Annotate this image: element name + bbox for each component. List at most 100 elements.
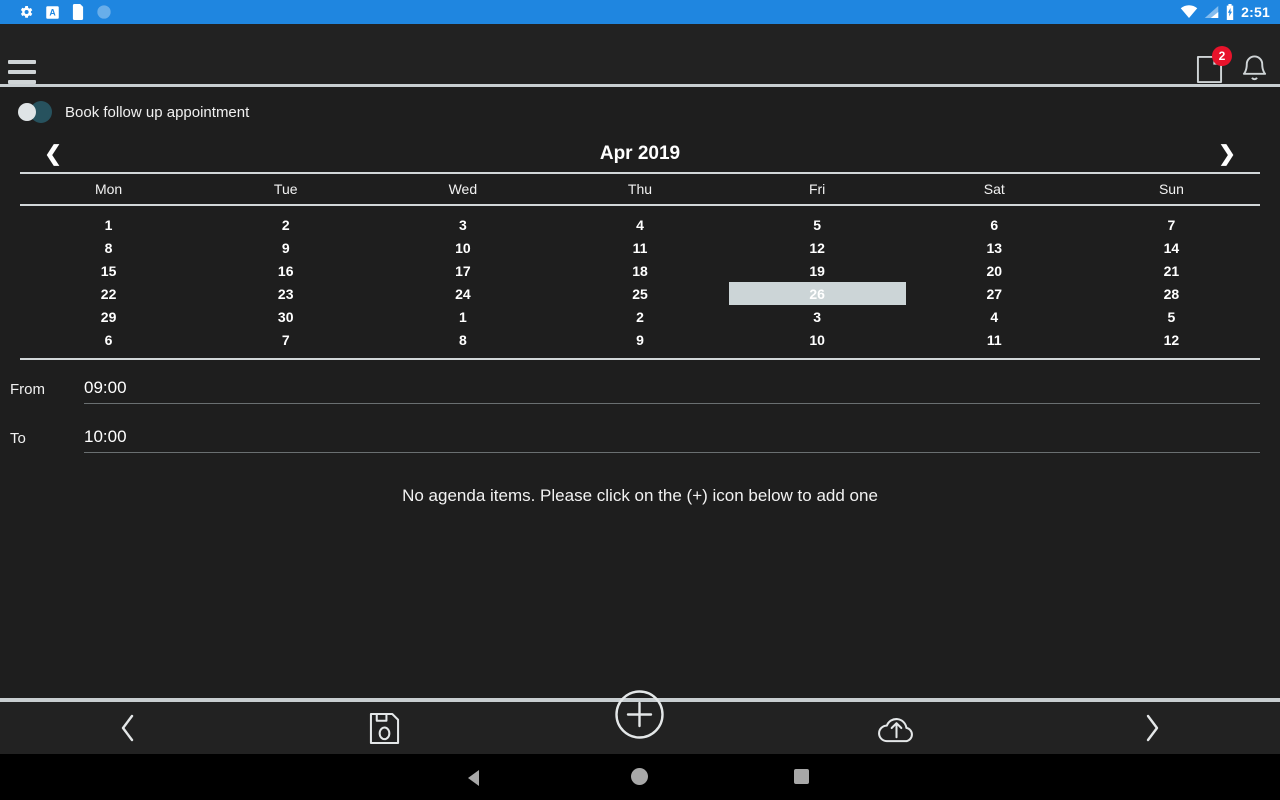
chevron-left-icon — [121, 714, 134, 742]
calendar-day-cell[interactable]: 1 — [20, 213, 197, 236]
calendar-day-cell[interactable]: 8 — [374, 328, 551, 351]
calendar-day-number: 4 — [636, 216, 644, 233]
calendar-day-cell[interactable]: 17 — [374, 259, 551, 282]
upload-button[interactable] — [768, 702, 1024, 754]
calendar-day-cell[interactable]: 1 — [374, 305, 551, 328]
calendar-day-cell[interactable]: 2 — [551, 305, 728, 328]
settings-gear-icon — [20, 6, 33, 18]
calendar-day-number: 22 — [100, 285, 117, 302]
calendar-day-cell[interactable]: 5 — [1083, 305, 1260, 328]
from-time-value: 09:00 — [84, 378, 127, 397]
calendar-day-cell[interactable]: 24 — [374, 282, 551, 305]
cloud-upload-icon — [877, 717, 913, 742]
from-time-input[interactable]: 09:00 — [84, 378, 1260, 404]
weekday-label-wed: Wed — [448, 181, 478, 197]
calendar-header: ❮ Apr 2019 ❯ — [20, 136, 1260, 172]
app-screen: A 2:51 2 Book follow up appointment ❮ Ap… — [0, 0, 1280, 800]
calendar-day-cell[interactable]: 11 — [906, 328, 1083, 351]
calendar-day-number: 23 — [277, 285, 294, 302]
calendar-day-number: 10 — [455, 239, 471, 256]
add-agenda-item-button[interactable] — [613, 688, 666, 741]
calendar-day-number: 7 — [1167, 216, 1176, 233]
calendar-day-cell[interactable]: 9 — [551, 328, 728, 351]
calendar-day-number: 8 — [458, 331, 467, 348]
calendar-day-cell[interactable]: 3 — [374, 213, 551, 236]
weekday-label-thu: Thu — [627, 181, 653, 197]
chevron-right-icon — [1146, 714, 1159, 742]
android-recents-icon[interactable] — [794, 769, 809, 784]
calendar-day-cell[interactable]: 9 — [197, 236, 374, 259]
calendar-bottom-divider — [20, 358, 1260, 360]
calendar-day-cell[interactable]: 11 — [551, 236, 728, 259]
previous-button[interactable] — [0, 702, 256, 754]
next-button[interactable] — [1024, 702, 1280, 754]
calendar-day-cell[interactable]: 16 — [197, 259, 374, 282]
calendar-day-cell[interactable]: 7 — [1083, 213, 1260, 236]
calendar-day-number: 28 — [1163, 285, 1180, 302]
calendar-day-number: 24 — [455, 285, 471, 302]
calendar-day-cell[interactable]: 2 — [197, 213, 374, 236]
calendar-day-cell[interactable]: 5 — [729, 213, 906, 236]
weekday-label-fri: Fri — [808, 181, 826, 197]
calendar-next-month-button[interactable]: ❯ — [1214, 144, 1240, 165]
calendar-day-cell[interactable]: 25 — [551, 282, 728, 305]
toggle-knob — [18, 103, 36, 121]
calendar-day-cell[interactable]: 6 — [906, 213, 1083, 236]
calendar-day-cell[interactable]: 6 — [20, 328, 197, 351]
calendar-day-number: 7 — [281, 331, 290, 348]
android-status-bar: A 2:51 — [0, 0, 1280, 24]
calendar-day-cell[interactable]: 13 — [906, 236, 1083, 259]
calendar-day-cell[interactable]: 21 — [1083, 259, 1260, 282]
hamburger-menu-icon[interactable] — [8, 60, 36, 84]
calendar-day-number: 5 — [1167, 308, 1176, 325]
battery-charging-icon — [1226, 4, 1234, 20]
calendar-prev-month-button[interactable]: ❮ — [40, 144, 66, 165]
calendar-day-cell[interactable]: 20 — [906, 259, 1083, 282]
calendar-day-number: 9 — [636, 331, 644, 348]
calendar-day-cell[interactable]: 29 — [20, 305, 197, 328]
hamburger-line — [8, 60, 36, 64]
calendar-day-cell[interactable]: 8 — [20, 236, 197, 259]
bell-notification-icon — [1242, 55, 1267, 81]
calendar-day-number: 14 — [1163, 239, 1180, 256]
calendar-day-cell[interactable]: 23 — [197, 282, 374, 305]
calendar-day-cell[interactable]: 12 — [729, 236, 906, 259]
floppy-disk-save-icon — [369, 712, 399, 744]
calendar-day-cell-selected[interactable]: 26 — [728, 282, 906, 305]
calendar-day-cell[interactable]: 7 — [197, 328, 374, 351]
calendar-day-cell[interactable]: 27 — [906, 282, 1083, 305]
android-home-icon[interactable] — [631, 768, 648, 785]
calendar-day-number: 3 — [458, 216, 467, 233]
agenda-empty-message: No agenda items. Please click on the (+)… — [402, 486, 878, 505]
calendar-widget: ❮ Apr 2019 ❯ Mon Tue Wed Thu Fri Sat Sun… — [20, 136, 1260, 360]
android-back-icon[interactable] — [468, 770, 479, 786]
calendar-day-cell[interactable]: 15 — [20, 259, 197, 282]
calendar-day-number: 15 — [100, 262, 117, 279]
calendar-day-number: 8 — [104, 239, 113, 256]
weekday-label-sun: Sun — [1158, 181, 1184, 197]
from-time-row: From 09:00 — [0, 378, 1260, 404]
calendar-day-cell[interactable]: 12 — [1083, 328, 1260, 351]
calendar-day-cell[interactable]: 19 — [729, 259, 906, 282]
calendar-day-cell[interactable]: 3 — [729, 305, 906, 328]
calendar-day-cell[interactable]: 28 — [1083, 282, 1260, 305]
calendar-day-cell[interactable]: 4 — [906, 305, 1083, 328]
android-navigation-bar — [0, 754, 1280, 800]
plus-circle-add-icon — [615, 690, 664, 739]
calendar-day-number: 13 — [986, 239, 1003, 256]
calendar-day-number: 1 — [104, 216, 113, 233]
follow-up-row: Book follow up appointment — [18, 101, 249, 123]
calendar-day-cell[interactable]: 18 — [551, 259, 728, 282]
calendar-day-cell[interactable]: 10 — [729, 328, 906, 351]
calendar-day-cell[interactable]: 14 — [1083, 236, 1260, 259]
book-follow-up-label: Book follow up appointment — [65, 103, 250, 121]
calendar-day-cell[interactable]: 22 — [20, 282, 197, 305]
calendar-day-cell[interactable]: 4 — [551, 213, 728, 236]
to-time-input[interactable]: 10:00 — [84, 427, 1260, 453]
calendar-day-cell[interactable]: 10 — [374, 236, 551, 259]
save-button[interactable] — [256, 702, 512, 754]
book-follow-up-toggle[interactable] — [18, 101, 52, 123]
calendar-day-cell[interactable]: 30 — [197, 305, 374, 328]
calendar-day-number: 29 — [100, 308, 117, 325]
calendar-date-grid: 1 2 3 4 5 6 7 8 9 10 11 12 13 14 15 16 1… — [20, 206, 1260, 358]
